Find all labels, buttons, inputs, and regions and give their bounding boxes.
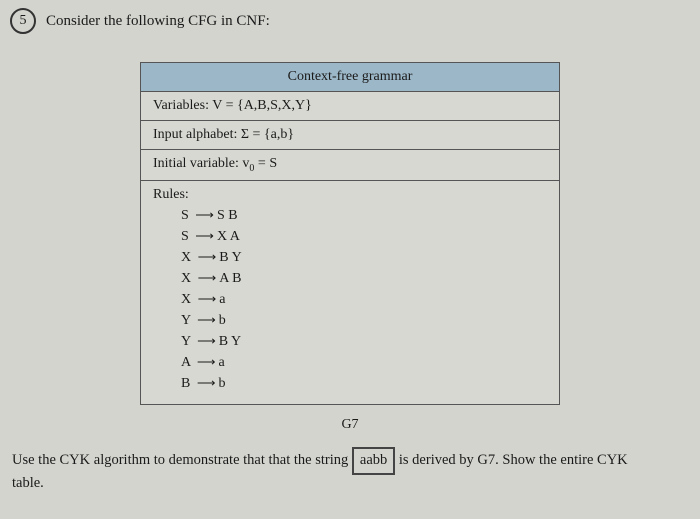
initial-prefix: Initial variable: v bbox=[153, 156, 249, 171]
rule-line: Y ⟶b bbox=[153, 310, 547, 331]
grammar-table: Context-free grammar Variables: V = {A,B… bbox=[140, 62, 560, 405]
rule-line: X ⟶a bbox=[153, 289, 547, 310]
grammar-header: Context-free grammar bbox=[141, 63, 560, 92]
alphabet-row: Input alphabet: Σ = {a,b} bbox=[141, 121, 560, 150]
instruction-prefix: Use the CYK algorithm to demonstrate tha… bbox=[12, 452, 352, 468]
rules-list: S ⟶S BS ⟶X AX ⟶B YX ⟶A BX ⟶aY ⟶bY ⟶B YA … bbox=[153, 205, 547, 394]
question-header: 5 Consider the following CFG in CNF: bbox=[0, 8, 700, 34]
variables-row: Variables: V = {A,B,S,X,Y} bbox=[141, 92, 560, 121]
instruction-line2: table. bbox=[0, 475, 700, 492]
rules-label: Rules: bbox=[153, 187, 547, 203]
rule-line: S ⟶X A bbox=[153, 226, 547, 247]
rule-line: B ⟶b bbox=[153, 373, 547, 394]
question-prompt: Consider the following CFG in CNF: bbox=[46, 13, 270, 30]
rule-line: A ⟶a bbox=[153, 352, 547, 373]
rule-line: Y ⟶B Y bbox=[153, 331, 547, 352]
grammar-caption: G7 bbox=[0, 417, 700, 433]
instruction-text: Use the CYK algorithm to demonstrate tha… bbox=[0, 447, 700, 475]
rule-line: S ⟶S B bbox=[153, 205, 547, 226]
instruction-suffix: is derived by G7. Show the entire CYK bbox=[399, 452, 628, 468]
rules-cell: Rules: S ⟶S BS ⟶X AX ⟶B YX ⟶A BX ⟶aY ⟶bY… bbox=[141, 180, 560, 404]
initial-suffix: = S bbox=[254, 156, 277, 171]
initial-variable-row: Initial variable: v0 = S bbox=[141, 150, 560, 181]
instruction-boxed-string: aabb bbox=[352, 447, 395, 475]
question-number: 5 bbox=[20, 13, 27, 29]
rule-line: X ⟶A B bbox=[153, 268, 547, 289]
question-number-circle: 5 bbox=[10, 8, 36, 34]
rule-line: X ⟶B Y bbox=[153, 247, 547, 268]
